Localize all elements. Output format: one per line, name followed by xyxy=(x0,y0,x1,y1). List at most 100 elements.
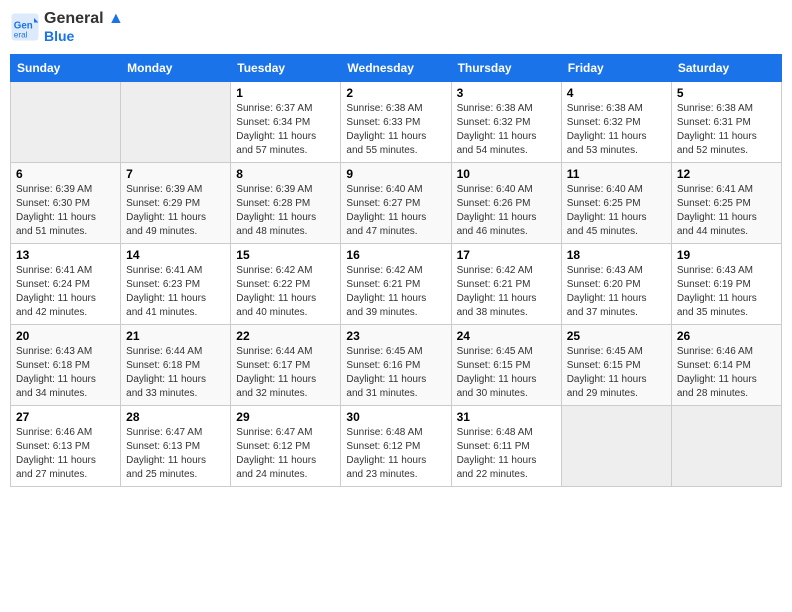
day-info: Sunrise: 6:44 AM Sunset: 6:18 PM Dayligh… xyxy=(126,345,225,401)
day-info: Sunrise: 6:47 AM Sunset: 6:13 PM Dayligh… xyxy=(126,426,225,482)
day-info: Sunrise: 6:40 AM Sunset: 6:25 PM Dayligh… xyxy=(567,183,666,239)
day-number: 25 xyxy=(567,329,666,343)
day-number: 14 xyxy=(126,248,225,262)
day-info: Sunrise: 6:45 AM Sunset: 6:15 PM Dayligh… xyxy=(567,345,666,401)
calendar-cell: 22 Sunrise: 6:44 AM Sunset: 6:17 PM Dayli… xyxy=(231,325,341,406)
day-number: 1 xyxy=(236,86,335,100)
day-info: Sunrise: 6:43 AM Sunset: 6:18 PM Dayligh… xyxy=(16,345,115,401)
calendar-cell: 30 Sunrise: 6:48 AM Sunset: 6:12 PM Dayli… xyxy=(341,406,451,487)
weekday-thursday: Thursday xyxy=(451,55,561,82)
calendar-cell: 3Sunrise: 6:38 AM Sunset: 6:32 PM Daylig… xyxy=(451,82,561,163)
weekday-sunday: Sunday xyxy=(11,55,121,82)
calendar-cell: 23 Sunrise: 6:45 AM Sunset: 6:16 PM Dayli… xyxy=(341,325,451,406)
calendar-cell: 27 Sunrise: 6:46 AM Sunset: 6:13 PM Dayli… xyxy=(11,406,121,487)
calendar-cell: 21 Sunrise: 6:44 AM Sunset: 6:18 PM Dayli… xyxy=(121,325,231,406)
logo-icon: Gen eral xyxy=(10,12,40,42)
day-info: Sunrise: 6:45 AM Sunset: 6:16 PM Dayligh… xyxy=(346,345,445,401)
svg-text:eral: eral xyxy=(14,31,28,40)
day-number: 21 xyxy=(126,329,225,343)
calendar-cell: 16Sunrise: 6:42 AM Sunset: 6:21 PM Dayli… xyxy=(341,244,451,325)
day-number: 9 xyxy=(346,167,445,181)
calendar-cell: 19 Sunrise: 6:43 AM Sunset: 6:19 PM Dayli… xyxy=(671,244,781,325)
day-number: 8 xyxy=(236,167,335,181)
day-number: 13 xyxy=(16,248,115,262)
day-number: 26 xyxy=(677,329,776,343)
day-info: Sunrise: 6:43 AM Sunset: 6:19 PM Dayligh… xyxy=(677,264,776,320)
day-info: Sunrise: 6:41 AM Sunset: 6:24 PM Dayligh… xyxy=(16,264,115,320)
day-number: 27 xyxy=(16,410,115,424)
calendar-week-row: 27 Sunrise: 6:46 AM Sunset: 6:13 PM Dayli… xyxy=(11,406,782,487)
calendar-cell: 28 Sunrise: 6:47 AM Sunset: 6:13 PM Dayli… xyxy=(121,406,231,487)
calendar-cell: 2Sunrise: 6:38 AM Sunset: 6:33 PM Daylig… xyxy=(341,82,451,163)
day-number: 10 xyxy=(457,167,556,181)
day-info: Sunrise: 6:39 AM Sunset: 6:29 PM Dayligh… xyxy=(126,183,225,239)
day-number: 15 xyxy=(236,248,335,262)
day-number: 20 xyxy=(16,329,115,343)
calendar-cell: 17Sunrise: 6:42 AM Sunset: 6:21 PM Dayli… xyxy=(451,244,561,325)
calendar-cell xyxy=(561,406,671,487)
calendar-week-row: 6 Sunrise: 6:39 AM Sunset: 6:30 PM Daylig… xyxy=(11,163,782,244)
calendar-cell: 14 Sunrise: 6:41 AM Sunset: 6:23 PM Dayli… xyxy=(121,244,231,325)
calendar-cell: 5Sunrise: 6:38 AM Sunset: 6:31 PM Daylig… xyxy=(671,82,781,163)
day-number: 7 xyxy=(126,167,225,181)
day-number: 6 xyxy=(16,167,115,181)
day-number: 22 xyxy=(236,329,335,343)
day-number: 19 xyxy=(677,248,776,262)
day-info: Sunrise: 6:46 AM Sunset: 6:14 PM Dayligh… xyxy=(677,345,776,401)
calendar-cell: 1Sunrise: 6:37 AM Sunset: 6:34 PM Daylig… xyxy=(231,82,341,163)
calendar-cell: 7 Sunrise: 6:39 AM Sunset: 6:29 PM Daylig… xyxy=(121,163,231,244)
day-info: Sunrise: 6:42 AM Sunset: 6:21 PM Dayligh… xyxy=(346,264,445,320)
page-header: Gen eral General ▲ Blue xyxy=(10,10,782,44)
day-info: Sunrise: 6:39 AM Sunset: 6:28 PM Dayligh… xyxy=(236,183,335,239)
calendar-week-row: 20 Sunrise: 6:43 AM Sunset: 6:18 PM Dayli… xyxy=(11,325,782,406)
day-number: 4 xyxy=(567,86,666,100)
logo: Gen eral General ▲ Blue xyxy=(10,10,124,44)
calendar-cell: 8 Sunrise: 6:39 AM Sunset: 6:28 PM Daylig… xyxy=(231,163,341,244)
day-info: Sunrise: 6:48 AM Sunset: 6:11 PM Dayligh… xyxy=(457,426,556,482)
day-number: 12 xyxy=(677,167,776,181)
weekday-saturday: Saturday xyxy=(671,55,781,82)
day-info: Sunrise: 6:40 AM Sunset: 6:27 PM Dayligh… xyxy=(346,183,445,239)
day-info: Sunrise: 6:43 AM Sunset: 6:20 PM Dayligh… xyxy=(567,264,666,320)
calendar-cell: 10 Sunrise: 6:40 AM Sunset: 6:26 PM Dayli… xyxy=(451,163,561,244)
day-info: Sunrise: 6:41 AM Sunset: 6:25 PM Dayligh… xyxy=(677,183,776,239)
calendar-table: SundayMondayTuesdayWednesdayThursdayFrid… xyxy=(10,54,782,487)
day-info: Sunrise: 6:38 AM Sunset: 6:33 PM Dayligh… xyxy=(346,102,445,158)
day-info: Sunrise: 6:38 AM Sunset: 6:32 PM Dayligh… xyxy=(567,102,666,158)
weekday-monday: Monday xyxy=(121,55,231,82)
calendar-cell: 4 Sunrise: 6:38 AM Sunset: 6:32 PM Daylig… xyxy=(561,82,671,163)
day-info: Sunrise: 6:39 AM Sunset: 6:30 PM Dayligh… xyxy=(16,183,115,239)
calendar-cell xyxy=(121,82,231,163)
day-number: 11 xyxy=(567,167,666,181)
weekday-tuesday: Tuesday xyxy=(231,55,341,82)
calendar-body: 1Sunrise: 6:37 AM Sunset: 6:34 PM Daylig… xyxy=(11,82,782,487)
calendar-cell: 24Sunrise: 6:45 AM Sunset: 6:15 PM Dayli… xyxy=(451,325,561,406)
day-info: Sunrise: 6:44 AM Sunset: 6:17 PM Dayligh… xyxy=(236,345,335,401)
day-info: Sunrise: 6:42 AM Sunset: 6:21 PM Dayligh… xyxy=(457,264,556,320)
calendar-cell: 29 Sunrise: 6:47 AM Sunset: 6:12 PM Dayli… xyxy=(231,406,341,487)
day-number: 30 xyxy=(346,410,445,424)
day-info: Sunrise: 6:41 AM Sunset: 6:23 PM Dayligh… xyxy=(126,264,225,320)
day-number: 29 xyxy=(236,410,335,424)
day-number: 5 xyxy=(677,86,776,100)
calendar-cell: 25 Sunrise: 6:45 AM Sunset: 6:15 PM Dayli… xyxy=(561,325,671,406)
calendar-cell: 6 Sunrise: 6:39 AM Sunset: 6:30 PM Daylig… xyxy=(11,163,121,244)
day-info: Sunrise: 6:46 AM Sunset: 6:13 PM Dayligh… xyxy=(16,426,115,482)
day-number: 18 xyxy=(567,248,666,262)
day-number: 28 xyxy=(126,410,225,424)
calendar-cell: 31 Sunrise: 6:48 AM Sunset: 6:11 PM Dayli… xyxy=(451,406,561,487)
day-number: 31 xyxy=(457,410,556,424)
weekday-wednesday: Wednesday xyxy=(341,55,451,82)
calendar-cell: 12 Sunrise: 6:41 AM Sunset: 6:25 PM Dayli… xyxy=(671,163,781,244)
day-info: Sunrise: 6:47 AM Sunset: 6:12 PM Dayligh… xyxy=(236,426,335,482)
day-info: Sunrise: 6:40 AM Sunset: 6:26 PM Dayligh… xyxy=(457,183,556,239)
calendar-cell: 9 Sunrise: 6:40 AM Sunset: 6:27 PM Daylig… xyxy=(341,163,451,244)
calendar-cell xyxy=(671,406,781,487)
calendar-cell: 20 Sunrise: 6:43 AM Sunset: 6:18 PM Dayli… xyxy=(11,325,121,406)
day-number: 3 xyxy=(457,86,556,100)
day-number: 24 xyxy=(457,329,556,343)
calendar-week-row: 13 Sunrise: 6:41 AM Sunset: 6:24 PM Dayli… xyxy=(11,244,782,325)
weekday-header-row: SundayMondayTuesdayWednesdayThursdayFrid… xyxy=(11,55,782,82)
day-number: 23 xyxy=(346,329,445,343)
day-info: Sunrise: 6:48 AM Sunset: 6:12 PM Dayligh… xyxy=(346,426,445,482)
